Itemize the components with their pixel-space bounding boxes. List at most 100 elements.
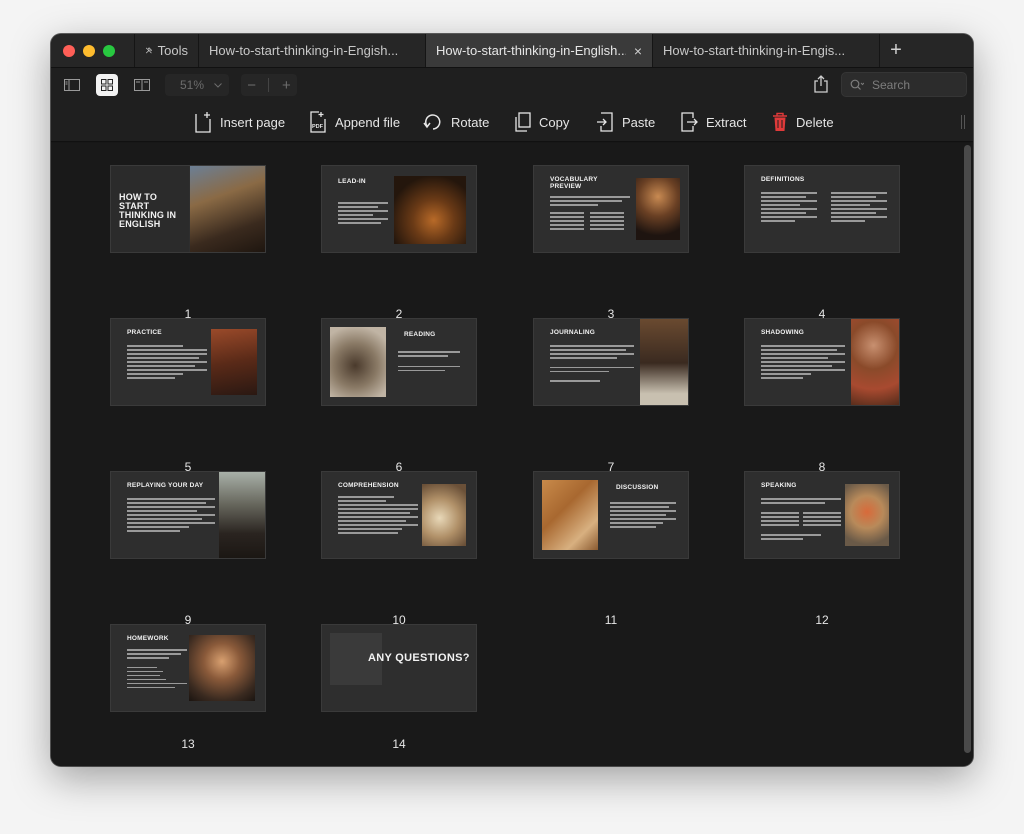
tab-document-1[interactable]: How-to-start-thinking-in-Engish... <box>199 34 426 67</box>
close-tab-icon[interactable]: × <box>634 43 642 59</box>
slide-text <box>761 192 817 224</box>
toolbar-grip[interactable] <box>961 115 965 129</box>
slide-title: DEFINITIONS <box>761 176 805 183</box>
close-window-button[interactable] <box>63 44 75 57</box>
slide-photo <box>219 472 265 558</box>
page-thumbnail[interactable]: DISCUSSION <box>533 471 689 559</box>
tab-title: How-to-start-thinking-in-Engish... <box>209 43 399 58</box>
slide-photo <box>636 178 680 240</box>
grid-view-button[interactable] <box>96 74 118 96</box>
page-thumbnail[interactable]: SHADOWING <box>744 318 900 406</box>
search-input[interactable] <box>872 77 952 92</box>
slide-text <box>761 498 841 506</box>
tab-document-3[interactable]: How-to-start-thinking-in-Engis... <box>653 34 880 67</box>
sidebar-toggle-button[interactable] <box>61 74 83 96</box>
slide-text <box>761 345 845 381</box>
page-thumbnail[interactable]: HOMEWORK <box>110 624 266 712</box>
slide-photo <box>189 635 255 701</box>
page-thumbnail[interactable]: JOURNALING <box>533 318 689 406</box>
page-thumbnail[interactable]: COMPREHENSION <box>321 471 477 559</box>
rotate-icon <box>423 114 441 130</box>
slide-title: REPLAYING YOUR DAY <box>127 482 204 489</box>
page-thumbnail[interactable]: REPLAYING YOUR DAY <box>110 471 266 559</box>
sidebar-icon <box>64 79 80 91</box>
page-thumbnail[interactable]: VOCABULARY PREVIEW <box>533 165 689 253</box>
slide-title: HOW TO START THINKING IN ENGLISH <box>119 192 177 229</box>
delete-button[interactable]: Delete <box>772 110 834 134</box>
page-thumbnail[interactable]: HOW TO START THINKING IN ENGLISH <box>110 165 266 253</box>
extract-label: Extract <box>706 114 747 130</box>
tools-icon <box>145 47 152 54</box>
slide-photo <box>190 166 265 252</box>
slide-text <box>398 351 460 374</box>
zoom-select[interactable]: 51% <box>165 74 229 96</box>
rotate-button[interactable]: Rotate <box>423 110 489 134</box>
tab-title: How-to-start-thinking-in-Engis... <box>663 43 846 58</box>
window-controls <box>51 34 135 67</box>
two-page-view-button[interactable] <box>131 74 153 96</box>
tools-label: Tools <box>157 43 188 58</box>
slide-photo <box>211 329 257 395</box>
slide-title: ANY QUESTIONS? <box>368 652 470 664</box>
paste-button[interactable]: Paste <box>596 110 655 134</box>
slide-photo <box>845 484 889 546</box>
page-thumbnail[interactable]: SPEAKING <box>744 471 900 559</box>
slide-title: READING <box>404 331 436 338</box>
slide-photo <box>330 327 386 397</box>
slide-photo <box>640 319 688 405</box>
slide-photo <box>394 176 466 244</box>
slide-title: COMPREHENSION <box>338 482 399 489</box>
slide-list <box>590 212 624 232</box>
page-number: 11 <box>604 613 618 627</box>
slide-text <box>550 345 634 384</box>
pdf-file-icon: PDF <box>310 111 326 133</box>
page-thumbnail[interactable]: LEAD-IN <box>321 165 477 253</box>
page-thumbnail[interactable]: ANY QUESTIONS? <box>321 624 477 712</box>
insert-page-icon <box>195 112 211 133</box>
slide-text <box>550 196 630 208</box>
trash-icon <box>773 112 787 131</box>
copy-button[interactable]: Copy <box>515 110 569 134</box>
slide-title: SPEAKING <box>761 482 797 489</box>
share-icon[interactable] <box>813 75 829 93</box>
vertical-scrollbar[interactable] <box>964 145 971 753</box>
zoom-in-button[interactable]: + <box>282 77 291 94</box>
slide-text <box>831 192 887 224</box>
insert-page-button[interactable]: Insert page <box>194 110 285 134</box>
new-tab-button[interactable]: + <box>880 34 912 67</box>
slide-list <box>761 512 799 528</box>
tab-tools[interactable]: Tools <box>135 34 199 67</box>
minimize-window-button[interactable] <box>83 44 95 57</box>
page-thumbnail[interactable]: PRACTICE <box>110 318 266 406</box>
slide-text <box>127 498 215 534</box>
slide-title: VOCABULARY PREVIEW <box>550 176 598 190</box>
page-number: 14 <box>392 737 406 751</box>
page-thumbnail[interactable]: DEFINITIONS <box>744 165 900 253</box>
slide-text <box>761 534 821 542</box>
slide-text <box>338 496 418 536</box>
page-number: 12 <box>815 613 829 627</box>
slide-list <box>803 512 841 528</box>
slide-title: JOURNALING <box>550 329 595 336</box>
slide-text <box>127 649 187 691</box>
delete-label: Delete <box>796 114 834 130</box>
zoom-stepper: − + <box>241 74 297 96</box>
slide-title: SHADOWING <box>761 329 804 336</box>
grid-icon <box>101 79 113 91</box>
extract-button[interactable]: Extract <box>680 110 746 134</box>
zoom-window-button[interactable] <box>103 44 115 57</box>
page-thumbnail[interactable]: READING <box>321 318 477 406</box>
slide-title: DISCUSSION <box>616 484 659 491</box>
slide-text <box>610 502 676 530</box>
slide-text <box>338 202 388 226</box>
paste-icon <box>597 112 613 132</box>
append-file-button[interactable]: PDF Append file <box>309 110 400 134</box>
zoom-out-button[interactable]: − <box>247 77 256 94</box>
insert-page-label: Insert page <box>220 114 286 130</box>
page-grid: HOW TO START THINKING IN ENGLISH 1 LEAD-… <box>51 143 973 766</box>
extract-icon <box>681 112 698 132</box>
slide-photo <box>542 480 598 550</box>
slide-title: LEAD-IN <box>338 178 366 185</box>
tab-document-2[interactable]: How-to-start-thinking-in-English... × <box>426 34 653 67</box>
search-field <box>841 72 967 97</box>
